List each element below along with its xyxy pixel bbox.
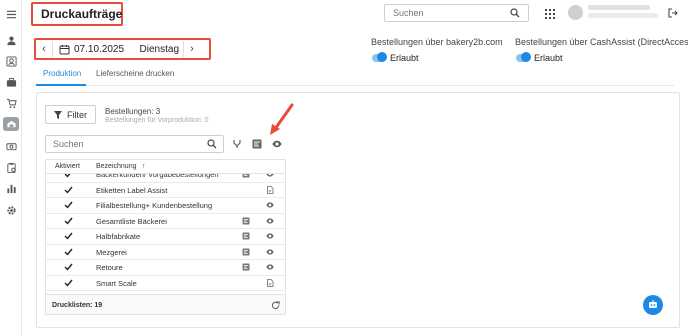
checkmark-icon[interactable] (64, 217, 73, 225)
date-navigator: ‹ 07.10.2025 Dienstag › (34, 38, 211, 60)
checkmark-icon[interactable] (64, 279, 73, 287)
print-list-name: Halbfabrikate (96, 232, 141, 241)
user-email-redacted (588, 13, 658, 18)
user-icon[interactable] (5, 34, 17, 46)
chat-bot-icon (649, 300, 657, 308)
list-search-input[interactable] (46, 136, 196, 152)
filter-button[interactable]: Filter (45, 105, 96, 124)
date-value[interactable]: 07.10.2025 (74, 44, 134, 55)
column-header-name[interactable]: Bezeichnung (96, 163, 136, 170)
orders-pre-production: Bestellungen für Vorproduktion: 0 (105, 117, 209, 124)
list-view-icon[interactable] (242, 263, 250, 271)
settings-icon[interactable] (5, 204, 17, 216)
table-row[interactable]: Gesamtliste Bäckerei (46, 214, 285, 229)
print-list-name: Gesamtliste Bäckerei (96, 216, 167, 226)
table-footer: Drucklisten: 19 (46, 294, 285, 314)
page-title-box: Druckaufträge (31, 2, 123, 26)
table-row[interactable]: Smart Scale (46, 276, 285, 291)
user-name-redacted (588, 5, 650, 10)
list-view-icon[interactable] (252, 139, 262, 149)
briefcase-icon[interactable] (5, 76, 17, 88)
divider (52, 41, 53, 57)
checkmark-icon[interactable] (64, 201, 73, 209)
menu-icon[interactable] (5, 8, 17, 20)
print-list-name: Filialbestellung+ Kundenbestellung (96, 201, 213, 210)
table-row[interactable]: Retoure (46, 260, 285, 276)
tab-production[interactable]: Produktion (43, 69, 81, 78)
sidebar (0, 0, 22, 336)
table-row[interactable]: Halbfabrikate (46, 229, 285, 245)
checkmark-icon[interactable] (64, 186, 73, 194)
bakery2b-permission-label: Bestellungen über bakery2b.com (371, 37, 503, 47)
eye-icon[interactable] (266, 217, 274, 225)
checkmark-icon[interactable] (64, 263, 73, 271)
weekday-label: Dienstag (139, 43, 179, 55)
print-list-name: Smart Scale (96, 278, 137, 288)
cashassist-permission-value: Erlaubt (534, 53, 563, 63)
eye-icon[interactable] (266, 201, 274, 209)
print-list-name: Mezgerei (96, 247, 127, 257)
cash-icon[interactable] (5, 140, 17, 152)
top-bar: Druckaufträge (22, 0, 688, 30)
list-view-icon[interactable] (242, 217, 250, 225)
eye-icon[interactable] (272, 139, 282, 149)
print-list-name: Etiketten Label Assist (96, 185, 168, 195)
filter-button-label: Filter (67, 109, 87, 120)
merge-icon[interactable] (232, 139, 242, 149)
print-list-table: Aktiviert Bezeichnung ↑ Bäckerkunden/ Vo… (45, 159, 286, 315)
sort-ascending-icon[interactable]: ↑ (142, 163, 146, 170)
global-search-input[interactable] (385, 5, 505, 21)
bakery2b-toggle[interactable] (372, 52, 387, 62)
bar-chart-icon[interactable] (5, 182, 17, 194)
table-row[interactable]: Filialbestellung+ Kundenbestellung (46, 198, 285, 214)
cashassist-toggle[interactable] (516, 52, 531, 62)
logout-icon[interactable] (668, 8, 678, 18)
tab-delivery-notes[interactable]: Lieferscheine drucken (96, 69, 174, 78)
cashassist-permission-label: Bestellungen über CashAssist (DirectAcce… (515, 37, 688, 47)
eye-icon[interactable] (266, 232, 274, 240)
print-lists-panel: Filter Bestellungen: 3 Bestellungen für … (36, 92, 680, 328)
calendar-icon[interactable] (59, 44, 70, 55)
search-icon[interactable] (207, 139, 217, 149)
eye-icon[interactable] (266, 263, 274, 271)
column-header-active[interactable]: Aktiviert (55, 163, 80, 170)
refresh-icon[interactable] (271, 301, 280, 310)
table-header: Aktiviert Bezeichnung ↑ (46, 160, 285, 174)
global-search[interactable] (384, 4, 529, 22)
filter-icon (54, 110, 62, 119)
apps-grid-icon[interactable] (545, 9, 555, 19)
main-content: ‹ 07.10.2025 Dienstag › Bestellungen übe… (22, 30, 688, 336)
list-view-icon[interactable] (242, 248, 250, 256)
document-icon[interactable] (266, 185, 274, 194)
print-list-count: Drucklisten: 19 (52, 302, 103, 309)
checkmark-icon[interactable] (64, 248, 73, 256)
bakery-icon[interactable] (3, 117, 19, 131)
table-row[interactable]: Etiketten Label Assist (46, 183, 285, 198)
previous-day-button[interactable]: ‹ (36, 41, 52, 57)
clipboard-icon[interactable] (5, 161, 17, 173)
active-tab-indicator (36, 84, 86, 86)
page-title: Druckaufträge (41, 7, 123, 21)
list-view-icon[interactable] (242, 232, 250, 240)
chat-assistant-button[interactable] (643, 295, 663, 315)
bakery2b-permission-value: Erlaubt (390, 53, 419, 63)
document-icon[interactable] (266, 278, 274, 287)
search-icon[interactable] (510, 8, 520, 18)
customer-search-icon[interactable] (5, 55, 17, 67)
annotation-arrow (270, 103, 294, 135)
tab-bar: Produktion Lieferscheine drucken (34, 66, 674, 86)
cart-icon[interactable] (5, 97, 17, 109)
table-body: Bäckerkunden/ Vorgabebestellungen Etikett… (46, 171, 285, 295)
print-list-name: Retoure (96, 263, 123, 272)
avatar[interactable] (568, 5, 583, 20)
table-row[interactable]: Mezgerei (46, 245, 285, 260)
next-day-button[interactable]: › (184, 41, 200, 57)
eye-icon[interactable] (266, 248, 274, 256)
orders-count: Bestellungen: 3 (105, 107, 161, 116)
list-search[interactable] (45, 135, 224, 153)
checkmark-icon[interactable] (64, 232, 73, 240)
